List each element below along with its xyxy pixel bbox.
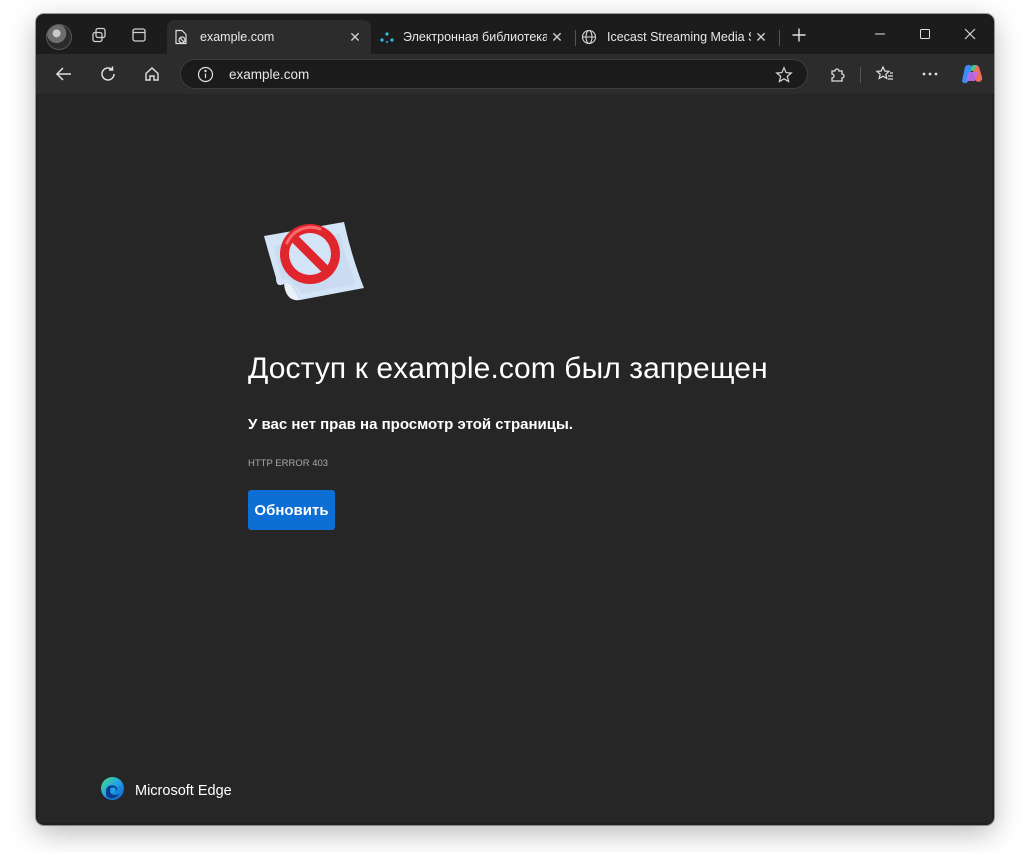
tab-icecast[interactable]: Icecast Streaming Media Se ✕ xyxy=(577,20,777,54)
close-tab-icon[interactable]: ✕ xyxy=(347,29,363,45)
new-tab-icon[interactable] xyxy=(786,22,812,48)
site-info-icon[interactable] xyxy=(197,66,214,88)
error-description: У вас нет прав на просмотр этой страницы… xyxy=(248,416,573,433)
tab-label: Электронная библиотека xyxy=(403,30,547,44)
maximize-icon[interactable] xyxy=(913,24,937,44)
tab-divider xyxy=(575,30,576,46)
page-title: Доступ к example.com был запрещен xyxy=(248,352,768,385)
blocked-document-icon xyxy=(260,218,368,307)
tab-divider xyxy=(779,30,780,46)
tab-example[interactable]: example.com ✕ xyxy=(167,20,371,54)
favorite-star-icon[interactable] xyxy=(775,66,793,89)
error-code: HTTP ERROR 403 xyxy=(248,458,329,469)
tab-label: example.com xyxy=(200,30,275,44)
edge-logo-icon xyxy=(100,776,125,806)
navigation-toolbar: example.com xyxy=(36,54,994,94)
url-text: example.com xyxy=(229,67,310,82)
brand-name: Microsoft Edge xyxy=(135,783,232,799)
edge-branding: Microsoft Edge xyxy=(100,776,232,806)
dots-logo-icon xyxy=(379,30,395,47)
back-button[interactable] xyxy=(50,60,78,88)
workspaces-icon[interactable] xyxy=(86,22,112,48)
toolbar-divider xyxy=(860,67,861,83)
favorites-icon[interactable] xyxy=(871,60,899,88)
tab-actions-icon[interactable] xyxy=(126,22,152,48)
address-bar[interactable]: example.com xyxy=(180,59,808,89)
browser-window: example.com ✕ Электронная библиотека ✕ I… xyxy=(36,14,994,825)
more-menu-icon[interactable] xyxy=(916,60,944,88)
globe-icon xyxy=(581,29,597,48)
tab-strip: example.com ✕ Электронная библиотека ✕ I… xyxy=(36,14,994,54)
close-tab-icon[interactable]: ✕ xyxy=(753,29,769,45)
tab-library[interactable]: Электронная библиотека ✕ xyxy=(373,20,573,54)
error-page: Доступ к example.com был запрещен У вас … xyxy=(38,94,992,823)
close-tab-icon[interactable]: ✕ xyxy=(549,29,565,45)
reload-button[interactable]: Обновить xyxy=(248,490,335,530)
refresh-button[interactable] xyxy=(94,60,122,88)
extensions-icon[interactable] xyxy=(823,60,851,88)
minimize-icon[interactable] xyxy=(868,24,892,44)
home-button[interactable] xyxy=(138,60,166,88)
copilot-icon[interactable] xyxy=(958,60,986,88)
blocked-page-icon xyxy=(174,29,188,48)
close-window-icon[interactable] xyxy=(958,24,982,44)
profile-avatar[interactable] xyxy=(46,24,72,50)
tab-label: Icecast Streaming Media Se xyxy=(607,30,751,44)
